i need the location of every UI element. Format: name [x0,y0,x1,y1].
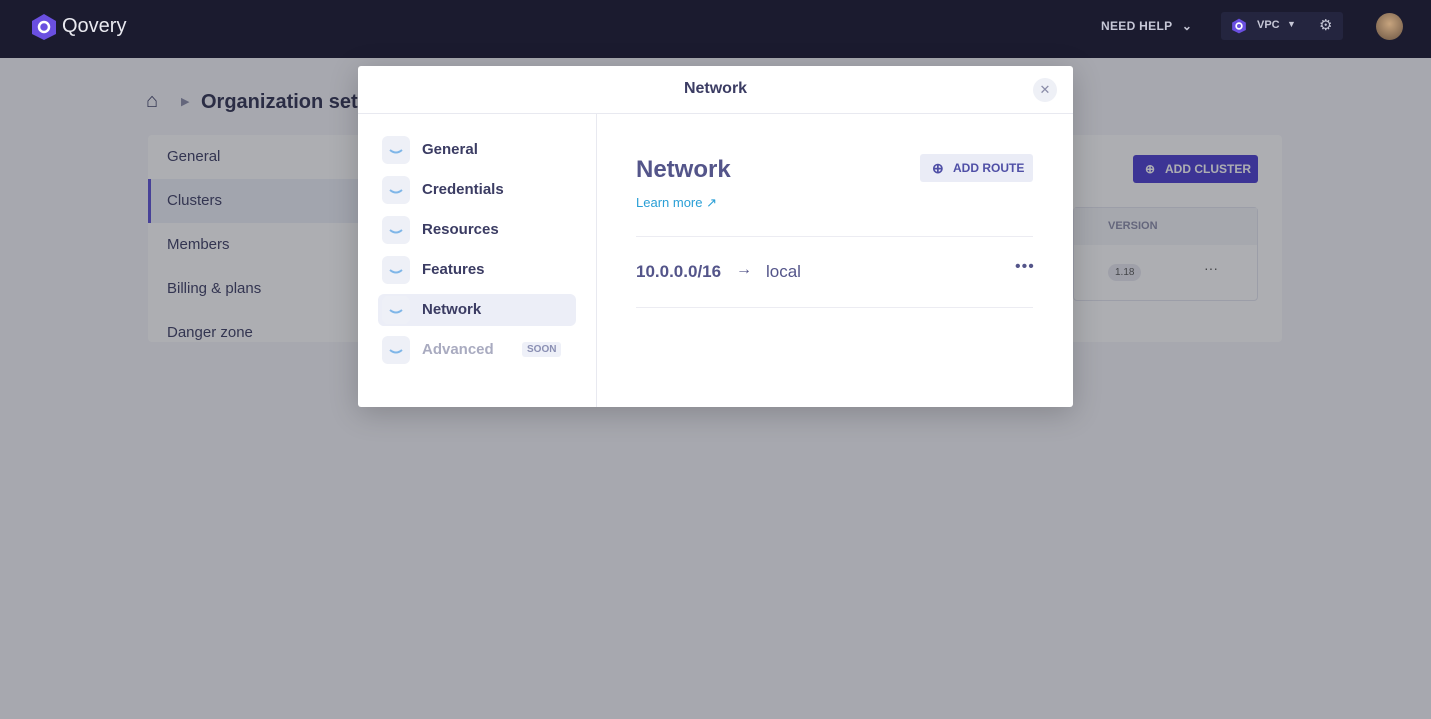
plus-circle-icon: ⊕ [932,160,944,176]
section-icon [382,336,410,364]
divider [636,236,1033,237]
need-help-menu[interactable]: NEED HELP ⌄ [1101,19,1192,33]
qovery-logo-icon [1232,18,1246,34]
avatar[interactable] [1376,13,1403,40]
menu-item-label: Network [422,301,482,318]
close-icon[interactable]: ✕ [1033,78,1057,102]
section-icon [382,256,410,284]
route-target: local [766,262,801,281]
brand-name[interactable]: Qovery [62,15,126,38]
soon-badge: SOON [522,342,562,357]
learn-more-link[interactable]: Learn more ↗ [636,195,717,211]
add-route-button[interactable]: ⊕ ADD ROUTE [920,154,1033,182]
menu-item-label: Resources [422,221,499,238]
modal-menu-item-advanced: Advanced SOON [378,334,576,366]
environment-selector[interactable]: VPC ▼ ⚙ [1221,12,1343,40]
modal-menu-item-resources[interactable]: Resources [378,214,576,246]
network-modal: Network ✕ Network Learn more ↗ ⊕ ADD ROUT… [358,66,1073,407]
section-icon [382,176,410,204]
menu-item-label: Features [422,261,485,278]
section-heading: Network [636,156,731,183]
section-icon [382,136,410,164]
route-destination: 10.0.0.0/16 [636,262,722,281]
menu-item-label: Advanced [422,341,494,358]
menu-item-label: General [422,141,478,158]
menu-item-label: Credentials [422,181,504,198]
modal-title: Network [358,66,1073,114]
modal-menu-item-general[interactable]: General [378,134,576,166]
modal-menu-item-credentials[interactable]: Credentials [378,174,576,206]
section-icon [382,216,410,244]
section-icon [382,296,410,324]
gear-icon[interactable]: ⚙ [1319,16,1332,34]
add-route-label: ADD ROUTE [953,161,1025,175]
modal-menu-item-network[interactable]: Network [378,294,576,326]
environment-label: VPC [1257,19,1280,31]
arrow-right-icon: → [736,261,752,278]
route-more-actions-icon[interactable]: ••• [1015,258,1035,276]
chevron-down-icon: ⌄ [1181,19,1193,33]
external-link-icon: ↗ [706,195,718,210]
divider [636,307,1033,308]
modal-menu-item-features[interactable]: Features [378,254,576,286]
top-bar: Qovery NEED HELP ⌄ VPC ▼ ⚙ [0,0,1431,58]
caret-down-icon: ▼ [1287,19,1296,29]
learn-more-label: Learn more [636,195,703,210]
qovery-logo-icon [32,14,56,40]
need-help-label: NEED HELP [1101,19,1173,33]
